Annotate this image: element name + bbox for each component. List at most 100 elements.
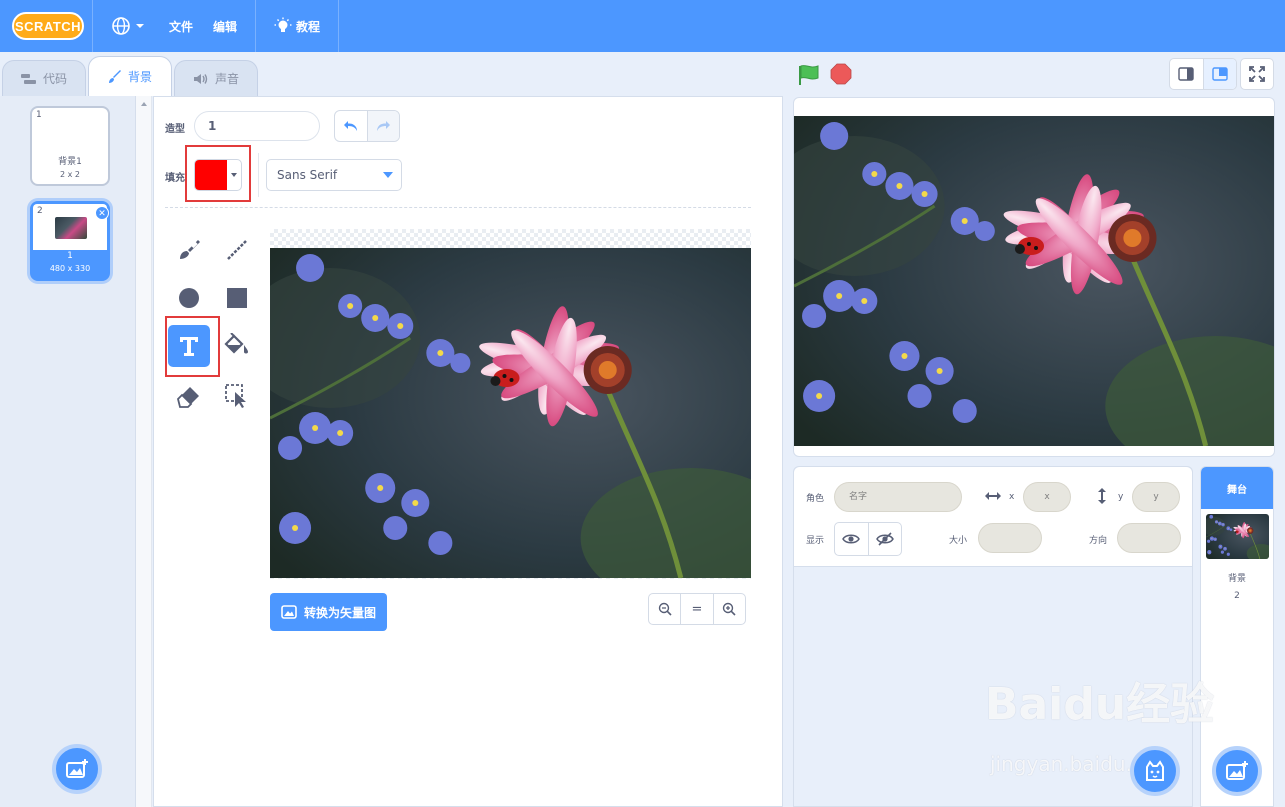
zoom-out-button[interactable] xyxy=(649,594,682,624)
sprite-info: 角色 名字 x x y y 显示 大小 方向 xyxy=(794,467,1192,567)
choose-sprite-button[interactable] xyxy=(1130,746,1180,796)
tab-backdrops-label: 背景 xyxy=(127,70,152,84)
fullscreen-button[interactable] xyxy=(1240,58,1274,90)
sprite-name-input[interactable]: 名字 xyxy=(834,482,962,512)
tab-backdrops[interactable]: 背景 xyxy=(88,56,172,96)
large-stage-button[interactable] xyxy=(1202,59,1236,89)
code-icon xyxy=(20,73,37,85)
paint-editor: 造型 1 填充 Sans Serif 转换为矢量图 = xyxy=(153,96,783,807)
stage[interactable] xyxy=(793,97,1275,457)
editor-tabs: 代码 背景 声音 xyxy=(0,52,260,96)
choose-stage-backdrop-button[interactable] xyxy=(1212,746,1262,796)
costume-name-input[interactable]: 1 xyxy=(194,111,320,141)
fullscreen-icon xyxy=(1249,66,1265,82)
toolbar-divider xyxy=(165,207,751,208)
stop-button[interactable] xyxy=(830,63,852,85)
direction-label: 方向 xyxy=(1089,536,1108,546)
image-icon xyxy=(281,605,297,619)
backdrop-number: 2 xyxy=(37,206,43,216)
zoom-reset-button[interactable]: = xyxy=(681,594,714,624)
undo-redo-group xyxy=(334,110,400,142)
tutorials-menu[interactable]: 教程 xyxy=(264,0,330,52)
line-tool[interactable] xyxy=(216,229,258,271)
lightbulb-icon xyxy=(274,17,292,32)
zoom-controls: = xyxy=(648,593,746,625)
toolbar-separator xyxy=(258,153,259,197)
scratch-logo[interactable]: SCRATCH xyxy=(12,12,84,40)
backdrop-name: 1 xyxy=(67,251,73,261)
redo-button[interactable] xyxy=(366,111,399,141)
cat-icon xyxy=(1146,760,1164,781)
x-input[interactable]: x xyxy=(1023,482,1071,512)
stage-target-header: 舞台 xyxy=(1201,467,1273,509)
hide-sprite-button[interactable] xyxy=(867,523,902,555)
backdrop-thumbnail xyxy=(55,217,87,239)
language-menu[interactable] xyxy=(101,0,159,52)
undo-button[interactable] xyxy=(335,111,367,141)
speaker-icon xyxy=(193,73,209,85)
choose-backdrop-button[interactable] xyxy=(52,744,102,794)
font-dropdown[interactable]: Sans Serif xyxy=(266,159,402,191)
edit-menu[interactable]: 编辑 xyxy=(203,0,247,52)
convert-to-vector-button[interactable]: 转换为矢量图 xyxy=(270,593,387,631)
scroll-up-arrow[interactable] xyxy=(141,102,147,106)
paintbrush-icon xyxy=(108,69,122,84)
y-input[interactable]: y xyxy=(1132,482,1180,512)
redo-icon xyxy=(377,121,391,131)
font-value: Sans Serif xyxy=(277,168,338,182)
rectangle-tool[interactable] xyxy=(216,277,258,319)
menu-bar: SCRATCH 文件 编辑 教程 xyxy=(0,0,1285,52)
baidu-watermark: Baidu经验 xyxy=(985,679,1215,730)
zoom-out-icon xyxy=(658,602,672,616)
small-stage-icon xyxy=(1178,67,1194,81)
zoom-in-icon xyxy=(723,602,736,616)
rectangle-icon xyxy=(227,288,247,308)
small-stage-button[interactable] xyxy=(1170,59,1203,89)
paint-canvas[interactable] xyxy=(270,229,751,579)
menu-separator xyxy=(92,0,93,52)
backdrop-size: 2 x 2 xyxy=(60,170,80,179)
select-tool[interactable] xyxy=(216,375,258,417)
tab-sounds[interactable]: 声音 xyxy=(174,60,258,96)
size-label: 大小 xyxy=(949,536,968,546)
brush-tool[interactable] xyxy=(168,229,210,271)
tab-code-label: 代码 xyxy=(42,72,67,86)
dropdown-arrow-icon xyxy=(383,172,393,178)
tab-sounds-label: 声音 xyxy=(214,72,239,86)
backdrop-list: 1 背景1 2 x 2 2 ✕ 1 480 x 330 xyxy=(0,96,136,807)
backdrop-photo xyxy=(270,248,751,578)
line-icon xyxy=(227,240,247,260)
stage-backdrop-photo xyxy=(794,116,1275,446)
backdrops-count: 2 xyxy=(1234,591,1240,601)
tab-code[interactable]: 代码 xyxy=(2,60,86,96)
large-stage-icon xyxy=(1212,67,1228,81)
brush-icon xyxy=(180,240,200,259)
size-input[interactable] xyxy=(978,523,1042,553)
eraser-tool[interactable] xyxy=(168,375,210,417)
highlight-box-fill xyxy=(185,145,251,202)
paint-bucket-icon xyxy=(224,333,248,354)
x-label: x xyxy=(1009,492,1015,502)
fill-tool[interactable] xyxy=(216,325,258,367)
delete-backdrop-button[interactable]: ✕ xyxy=(95,206,109,220)
highlight-box-text-tool xyxy=(165,316,220,377)
circle-tool[interactable] xyxy=(168,277,210,319)
eye-slash-icon xyxy=(875,532,894,546)
convert-button-label: 转换为矢量图 xyxy=(303,605,376,620)
backdrop-list-scrollbar[interactable] xyxy=(136,96,152,807)
menu-separator xyxy=(255,0,257,52)
backdrop-number: 1 xyxy=(36,110,42,120)
globe-icon xyxy=(112,17,130,35)
menu-separator xyxy=(338,0,340,52)
green-flag-icon xyxy=(799,65,819,85)
green-flag-button[interactable] xyxy=(797,64,821,89)
chevron-down-icon xyxy=(136,24,144,28)
show-sprite-button[interactable] xyxy=(835,523,868,555)
direction-input[interactable] xyxy=(1117,523,1181,553)
backdrop-item[interactable]: 1 背景1 2 x 2 xyxy=(30,106,110,186)
zoom-in-button[interactable] xyxy=(714,594,745,624)
backdrop-item-selected[interactable]: 2 ✕ 1 480 x 330 xyxy=(30,201,110,281)
show-label: 显示 xyxy=(806,536,825,546)
file-menu[interactable]: 文件 xyxy=(159,0,203,52)
backdrop-name: 背景1 xyxy=(58,157,82,167)
